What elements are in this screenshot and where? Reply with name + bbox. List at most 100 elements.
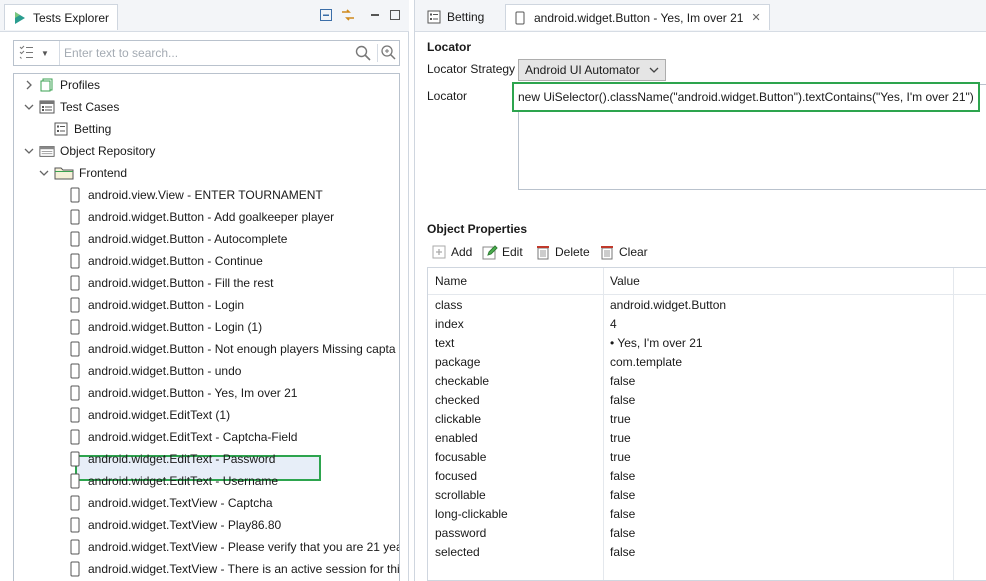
mobile-object-icon [67,451,83,467]
property-value[interactable]: false [603,485,953,504]
tree-node-object[interactable]: android.widget.EditText - Password [67,448,275,470]
table-row[interactable]: password false [428,523,986,542]
property-value[interactable]: true [603,447,953,466]
property-value[interactable]: true [603,428,953,447]
locator-section-title: Locator [427,40,472,54]
mobile-object-icon [67,319,83,335]
table-row[interactable]: selected false [428,542,986,561]
edit-button[interactable]: Edit [482,243,523,261]
trash-icon [599,244,615,260]
tree-node-object[interactable]: android.widget.Button - undo [67,360,241,382]
locator-label: Locator [427,89,468,103]
test-case-icon [427,10,441,24]
link-editor-icon[interactable] [340,7,356,23]
property-value[interactable]: false [603,371,953,390]
tree-node-object[interactable]: android.widget.TextView - Captcha [67,492,273,514]
table-row[interactable]: focused false [428,466,986,485]
tree-node-object-repository[interactable]: Object Repository [22,140,155,162]
mobile-object-icon [67,473,83,489]
column-header-value[interactable]: Value [603,268,953,295]
collapse-all-icon[interactable] [318,7,334,23]
property-value[interactable]: com.template [603,352,953,371]
advanced-search-icon[interactable] [377,44,396,62]
tree-node-frontend[interactable]: Frontend [37,162,127,184]
tree-node-object[interactable]: android.widget.TextView - There is an ac… [67,558,399,580]
property-value[interactable]: false [603,542,953,561]
table-row[interactable]: class android.widget.Button [428,295,986,314]
property-value[interactable]: true [603,409,953,428]
property-value[interactable]: false [603,390,953,409]
mobile-object-icon [67,275,83,291]
property-value[interactable]: false [603,523,953,542]
table-row[interactable]: text • Yes, I'm over 21 [428,333,986,352]
property-value[interactable]: 4 [603,314,953,333]
table-row[interactable]: clickable true [428,409,986,428]
mobile-object-icon [67,429,83,445]
table-row[interactable]: checked false [428,390,986,409]
column-header-filler [953,268,986,295]
tree-node-object[interactable]: android.widget.Button - Login [67,294,244,316]
edit-icon [482,244,498,260]
object-properties-table: Name Value class android.widget.Button ind… [427,267,986,581]
trash-icon [535,244,551,260]
locator-strategy-label: Locator Strategy [427,62,516,76]
tree-node-object[interactable]: android.widget.TextView - Please verify … [67,536,399,558]
filter-dropdown[interactable]: ▼ [14,41,60,65]
property-name: class [435,297,463,312]
tree-node-object[interactable]: android.widget.Button - Not enough playe… [67,338,396,360]
tree-node-test-cases[interactable]: Test Cases [22,96,119,118]
column-header-name[interactable]: Name [428,268,603,295]
chevron-down-icon[interactable] [37,166,51,180]
search-bar: ▼ [13,40,400,66]
tree-node-object[interactable]: android.widget.Button - Add goalkeeper p… [67,206,334,228]
tree-node-object[interactable]: android.widget.Button - Yes, Im over 21 [67,382,297,404]
tree-node-object[interactable]: android.widget.Button - Continue [67,250,263,272]
tree-node-object[interactable]: android.widget.EditText - Captcha-Field [67,426,297,448]
chevron-down-icon[interactable] [22,100,36,114]
property-name: focusable [435,449,487,464]
table-row[interactable]: long-clickable false [428,504,986,523]
locator-value[interactable]: new UiSelector().className("android.widg… [512,82,980,112]
tree-node-object[interactable]: android.widget.EditText (1) [67,404,230,426]
clear-button[interactable]: Clear [599,243,648,261]
table-row[interactable]: focusable true [428,447,986,466]
tab-tests-explorer[interactable]: Tests Explorer [4,4,119,30]
search-icon[interactable] [354,44,372,62]
table-row[interactable]: enabled true [428,428,986,447]
delete-button[interactable]: Delete [535,243,590,261]
close-icon[interactable]: ✕ [751,11,760,24]
table-row[interactable]: checkable false [428,371,986,390]
property-value[interactable]: • Yes, I'm over 21 [603,333,953,352]
tab-object-button[interactable]: android.widget.Button - Yes, Im over 21 … [505,4,770,30]
test-case-icon [53,121,69,137]
tree-node-betting[interactable]: Betting [53,118,111,140]
tree-node-object[interactable]: android.widget.TextView - Play86.80 [67,514,281,536]
property-name: text [435,335,455,350]
minimize-icon[interactable] [367,7,383,23]
add-button[interactable]: Add [431,243,472,261]
tab-label: android.widget.Button - Yes, Im over 21 [534,10,744,25]
tree-node-object[interactable]: android.widget.EditText - Username [67,470,278,492]
table-row[interactable]: index 4 [428,314,986,333]
mobile-object-icon [67,385,83,401]
tree-node-object[interactable]: android.widget.Button - Autocomplete [67,228,287,250]
property-value[interactable]: android.widget.Button [603,295,953,314]
tree-node-object[interactable]: android.widget.Button - Login (1) [67,316,262,338]
chevron-right-icon[interactable] [22,78,36,92]
locator-strategy-select[interactable]: Android UI Automator [518,59,666,81]
mobile-object-icon [67,407,83,423]
property-value[interactable]: false [603,466,953,485]
tab-betting[interactable]: Betting [419,4,493,30]
table-row[interactable]: scrollable false [428,485,986,504]
tab-label: Tests Explorer [33,10,110,25]
tree-node-object[interactable]: android.view.View - ENTER TOURNAMENT [67,184,323,206]
test-cases-folder-icon [39,99,55,115]
table-row[interactable]: package com.template [428,352,986,371]
mobile-object-icon [67,363,83,379]
chevron-down-icon[interactable] [22,144,36,158]
tree-node-object[interactable]: android.widget.Button - Fill the rest [67,272,273,294]
tree-node-profiles[interactable]: Profiles [22,74,100,96]
maximize-icon[interactable] [387,7,403,23]
property-value[interactable]: false [603,504,953,523]
search-input[interactable] [64,44,349,62]
